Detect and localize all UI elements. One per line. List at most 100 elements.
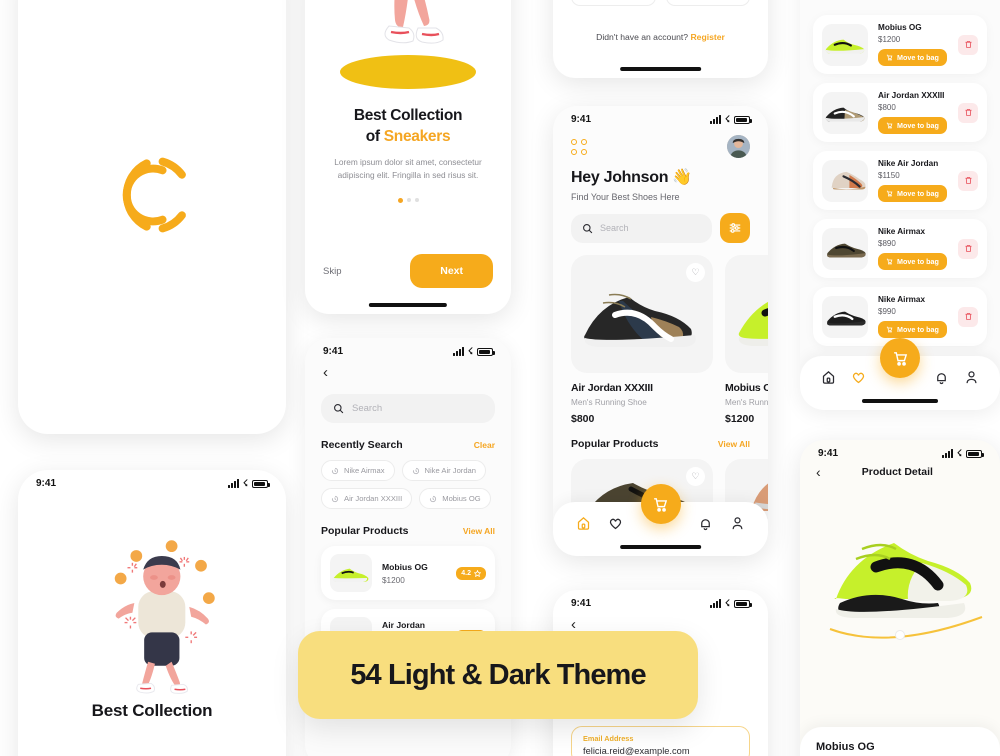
favorite-button[interactable]: ♡ [686,467,705,486]
onboarding-character-title: Best Collection [91,701,213,720]
tab-profile[interactable] [964,370,979,385]
history-icon [331,495,339,502]
signal-icon [709,115,721,124]
wifi-icon: ☇ [724,114,730,124]
product-name: Nike Airmax [878,295,926,304]
heart-icon [852,372,864,383]
delete-button[interactable] [958,238,978,259]
menu-grid-icon[interactable] [571,138,587,155]
search-placeholder: Search [600,223,629,233]
trash-icon [965,313,971,320]
product-card[interactable]: ♡ Mobius OG Men's Running Shoe $1200 [725,255,768,425]
tab-home[interactable] [576,516,591,531]
tab-profile[interactable] [730,516,745,531]
signal-icon [452,347,464,356]
home-icon [823,370,835,384]
move-to-bag-button[interactable]: Move to bag [878,117,947,134]
delete-button[interactable] [958,306,978,327]
recent-chip[interactable]: Nike Air Jordan [401,460,487,481]
popular-products-title: Popular Products [571,438,659,450]
popular-products-title: Popular Products [321,525,409,537]
wifi-icon: ☇ [956,448,962,458]
back-icon[interactable]: ‹ [553,611,768,632]
status-bar: 9:41 ☇ [553,106,768,127]
move-to-bag-button[interactable]: Move to bag [878,253,947,270]
favorite-button[interactable]: ♡ [686,263,705,282]
email-field-value: felicia.reid@example.com [583,746,690,756]
cart-fab-button[interactable] [640,484,681,524]
view-all-button[interactable]: View All [718,439,750,449]
recent-chip[interactable]: Air Jordan XXXIII [321,488,413,509]
tab-wishlist[interactable] [851,370,866,385]
dot-3[interactable] [414,198,419,203]
delete-button[interactable] [958,170,978,191]
tab-notifications[interactable] [698,516,713,531]
next-button[interactable]: Next [410,254,493,288]
register-prompt: Didn't have an account? Register [553,32,768,42]
move-to-bag-button[interactable]: Move to bag [878,185,947,202]
phone-home-screen: 9:41 ☇ Hey Johnson 👋 Find Your Best Shoe… [553,106,768,556]
shoe-green-icon [332,568,369,582]
battery-icon [477,347,495,356]
trash-icon [965,177,971,184]
table-row[interactable]: Nike Airmax $890 Move to bag [813,219,987,278]
no-account-text: Didn't have an account? [596,32,689,42]
wifi-icon: ☇ [724,598,730,608]
login-field-left[interactable] [571,0,656,6]
recent-chip[interactable]: Nike Airmax [321,460,395,481]
email-field[interactable]: Email Address felicia.reid@example.com [571,726,750,756]
view-all-button[interactable]: View All [463,526,495,536]
popular-products-header: Popular Products View All [321,525,495,537]
cart-icon [886,258,893,265]
product-price: $890 [878,239,896,248]
phone-splash-screen [18,0,286,434]
search-input[interactable]: Search [321,394,495,423]
list-item[interactable]: Mobius OG $1200 4.2 [321,546,495,600]
search-icon [583,223,593,233]
table-row[interactable]: Mobius OG $1200 Move to bag [813,15,987,74]
product-detail-sheet: Mobius OG ★ ★ ★ ★ ☆ 4 (146 Reviews) $120… [800,727,1000,756]
move-to-bag-label: Move to bag [897,121,939,130]
home-indicator [619,67,702,71]
battery-icon [252,479,270,488]
back-icon[interactable]: ‹ [305,359,511,380]
recent-chip[interactable]: Mobius OG [419,488,491,509]
filter-button[interactable] [720,213,750,243]
delete-button[interactable] [958,34,978,55]
tab-notifications[interactable] [934,370,949,385]
trash-icon [965,245,971,252]
product-price: $800 [878,103,896,112]
product-thumbnail [822,23,868,66]
phone-product-detail-screen: 9:41 ☇ ‹ Product Detail Mobius OG [800,440,1000,756]
table-row[interactable]: Air Jordan XXXIII $800 Move to bag [813,83,987,142]
dot-1[interactable] [397,198,403,204]
featured-products: ♡ Air Jordan XXXIII Men's Running Shoe $… [553,245,768,425]
product-hero-image [800,479,1000,647]
product-card[interactable]: ♡ Air Jordan XXXIII Men's Running Shoe $… [571,255,713,425]
avatar[interactable] [727,135,750,158]
product-thumbnail [822,295,868,338]
delete-button[interactable] [958,102,978,123]
star-icon [474,569,481,577]
table-row[interactable]: Nike Air Jordan $1150 Move to bag [813,151,987,210]
onboarding-pagination-dots[interactable] [323,198,493,204]
cart-fab-button[interactable] [880,338,920,378]
skip-button[interactable]: Skip [323,266,341,277]
register-link[interactable]: Register [690,32,724,42]
tab-wishlist[interactable] [608,516,623,531]
status-time: 9:41 [323,346,344,357]
status-bar: 9:41 ☇ [553,590,768,611]
login-field-right[interactable] [665,0,750,6]
status-time: 9:41 [818,448,839,459]
shoe-green-icon [825,39,865,54]
move-to-bag-label: Move to bag [897,257,939,266]
tab-home[interactable] [821,370,836,385]
move-to-bag-button[interactable]: Move to bag [878,49,947,66]
clear-button[interactable]: Clear [474,440,495,450]
dot-2[interactable] [406,198,411,203]
product-name: Nike Airmax [878,227,926,236]
move-to-bag-button[interactable]: Move to bag [878,321,947,338]
phone-login-screen: Didn't have an account? Register [553,0,768,78]
history-icon [412,467,419,474]
search-input[interactable]: Search [571,213,712,243]
